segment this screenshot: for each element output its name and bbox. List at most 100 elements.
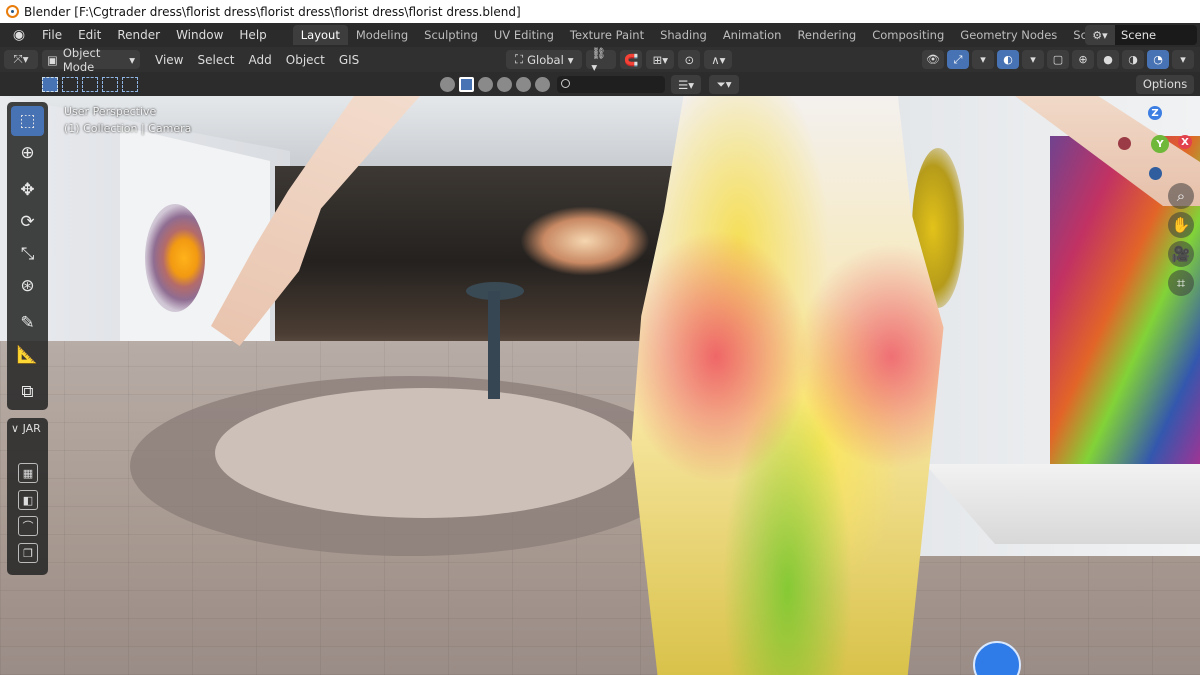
box-icon[interactable]: ❐: [18, 543, 38, 563]
viewport-header: ⤧▾ ▣ Object Mode ▾ View Select Add Objec…: [0, 46, 1200, 74]
add-cube-tool-icon[interactable]: ⧉: [11, 377, 44, 407]
tab-geometry-nodes[interactable]: Geometry Nodes: [952, 25, 1065, 45]
tab-uv-editing[interactable]: UV Editing: [486, 25, 562, 45]
scene-browse-icon[interactable]: ⚙▾: [1085, 25, 1115, 45]
snap-toggle-icon[interactable]: 🧲: [620, 50, 643, 69]
overlay-dropdown-icon[interactable]: ▾: [1022, 50, 1044, 69]
menu-render[interactable]: Render: [109, 23, 168, 47]
options-button[interactable]: Options: [1136, 75, 1194, 94]
chevron-down-icon: ∨: [11, 422, 20, 435]
perspective-toggle-icon[interactable]: ⌗: [1168, 270, 1194, 296]
scene-stand: [488, 291, 500, 399]
shading-sphere-icon[interactable]: [440, 77, 455, 92]
rendered-shading-icon[interactable]: ◔: [1147, 50, 1169, 69]
negative-z-handle[interactable]: [1149, 167, 1162, 180]
world-icon[interactable]: [478, 77, 493, 92]
pivot-point-icon[interactable]: ⛓▾: [586, 46, 617, 74]
x-axis-handle[interactable]: X: [1178, 135, 1192, 149]
menu-help[interactable]: Help: [231, 23, 274, 47]
editor-type-icon[interactable]: ⤧▾: [4, 50, 38, 69]
menu-file[interactable]: File: [34, 23, 70, 47]
filter-icon[interactable]: ⏷▾: [709, 75, 739, 94]
shading-dropdown-icon[interactable]: ▾: [1172, 50, 1194, 69]
filter-buttons: ☰▾ ⏷▾: [440, 75, 739, 94]
scene-floor-center: [215, 388, 635, 518]
chevron-down-icon: ▾: [129, 52, 135, 67]
solid-shading-icon[interactable]: ●: [1097, 50, 1119, 69]
menu-window[interactable]: Window: [168, 23, 231, 47]
menu-view[interactable]: View: [148, 53, 190, 67]
jar-label: JAR: [22, 422, 41, 435]
rotate-tool-icon[interactable]: ⟳: [11, 207, 44, 237]
visibility-icon[interactable]: 👁: [922, 50, 944, 69]
negative-x-handle[interactable]: [1118, 137, 1131, 150]
xray-toggle-icon[interactable]: ▢: [1047, 50, 1069, 69]
wireframe-shading-icon[interactable]: ⊕: [1072, 50, 1094, 69]
render-icon[interactable]: [535, 77, 550, 92]
split-view-icon[interactable]: ◧: [18, 490, 38, 510]
menu-object[interactable]: Object: [279, 53, 332, 67]
menu-add[interactable]: Add: [242, 53, 279, 67]
measure-tool-icon[interactable]: 📐: [11, 340, 44, 370]
jar-panel: ∨ JAR ▦ ◧ ⌒ ❐: [7, 418, 48, 575]
tool-shelf: ⬚ ⊕ ✥ ⟳ ⤡ ⊛ ✎ 📐 ⧉: [7, 102, 48, 410]
mode-icon: ▣: [47, 52, 58, 67]
3d-viewport[interactable]: [0, 96, 1200, 675]
chevron-down-icon: ▾: [567, 52, 574, 67]
scene-light-disc: [145, 204, 205, 312]
pan-hand-icon[interactable]: ✋: [1168, 212, 1194, 238]
tab-modeling[interactable]: Modeling: [348, 25, 416, 45]
texture-icon[interactable]: [516, 77, 531, 92]
tab-rendering[interactable]: Rendering: [789, 25, 864, 45]
search-field[interactable]: [557, 76, 665, 93]
annotate-tool-icon[interactable]: ✎: [11, 308, 44, 338]
menu-select[interactable]: Select: [190, 53, 241, 67]
material-shading-icon[interactable]: ◑: [1122, 50, 1144, 69]
zoom-icon[interactable]: ⌕: [1168, 183, 1194, 209]
viewport-collection-label: (1) Collection | Camera: [64, 122, 192, 135]
blender-menu-icon[interactable]: ◉: [8, 24, 30, 46]
scene-selector: ⚙▾ Scene: [1085, 23, 1200, 47]
tab-compositing[interactable]: Compositing: [864, 25, 952, 45]
overlay-toggle-icon[interactable]: ◐: [997, 50, 1019, 69]
top-bar: ◉ File Edit Render Window Help Layout Mo…: [0, 23, 1200, 47]
gizmo-toggle-icon[interactable]: ⤢: [947, 50, 969, 69]
select-tool-icon[interactable]: ⬚: [11, 106, 44, 136]
material-icon[interactable]: [497, 77, 512, 92]
move-tool-icon[interactable]: ✥: [11, 175, 44, 205]
tab-shading[interactable]: Shading: [652, 25, 715, 45]
gizmo-dropdown-icon[interactable]: ▾: [972, 50, 994, 69]
z-axis-handle[interactable]: Z: [1148, 106, 1162, 120]
model-dress[interactable]: [631, 96, 944, 675]
menu-edit[interactable]: Edit: [70, 23, 109, 47]
select-new-icon[interactable]: [42, 77, 58, 92]
snap-target-icon[interactable]: ⊞▾: [646, 50, 675, 69]
proportional-editing-icon[interactable]: ⊙: [678, 50, 701, 69]
tab-sculpting[interactable]: Sculpting: [416, 25, 486, 45]
tool-settings-bar: ☰▾ ⏷▾ Options: [0, 72, 1200, 96]
y-axis-handle[interactable]: Y: [1151, 135, 1169, 153]
navigation-gizmo[interactable]: Z X Y: [1110, 104, 1198, 184]
scene-name-field[interactable]: Scene: [1115, 25, 1197, 45]
select-intersect-icon[interactable]: [122, 77, 138, 92]
camera-view-icon[interactable]: 🎥: [1168, 241, 1194, 267]
mode-dropdown[interactable]: ▣ Object Mode ▾: [42, 46, 140, 74]
transform-tool-icon[interactable]: ⊛: [11, 271, 44, 301]
tab-layout[interactable]: Layout: [292, 25, 348, 45]
scene-corridor-light: [520, 206, 650, 276]
jar-panel-header[interactable]: ∨ JAR: [11, 422, 41, 435]
object-type-icon[interactable]: [459, 77, 474, 92]
menu-gis[interactable]: GIS: [332, 53, 366, 67]
grid-icon[interactable]: ▦: [18, 463, 38, 483]
transform-orientation-dropdown[interactable]: ⛶ Global ▾: [506, 50, 583, 69]
tab-texture-paint[interactable]: Texture Paint: [562, 25, 652, 45]
cursor-tool-icon[interactable]: ⊕: [11, 138, 44, 168]
curve-icon[interactable]: ⌒: [18, 516, 38, 536]
select-subtract-icon[interactable]: [82, 77, 98, 92]
scale-tool-icon[interactable]: ⤡: [11, 239, 44, 269]
select-invert-icon[interactable]: [102, 77, 118, 92]
select-extend-icon[interactable]: [62, 77, 78, 92]
sort-dropdown-icon[interactable]: ☰▾: [671, 75, 701, 94]
falloff-icon[interactable]: ∧▾: [704, 50, 733, 69]
tab-animation[interactable]: Animation: [715, 25, 790, 45]
